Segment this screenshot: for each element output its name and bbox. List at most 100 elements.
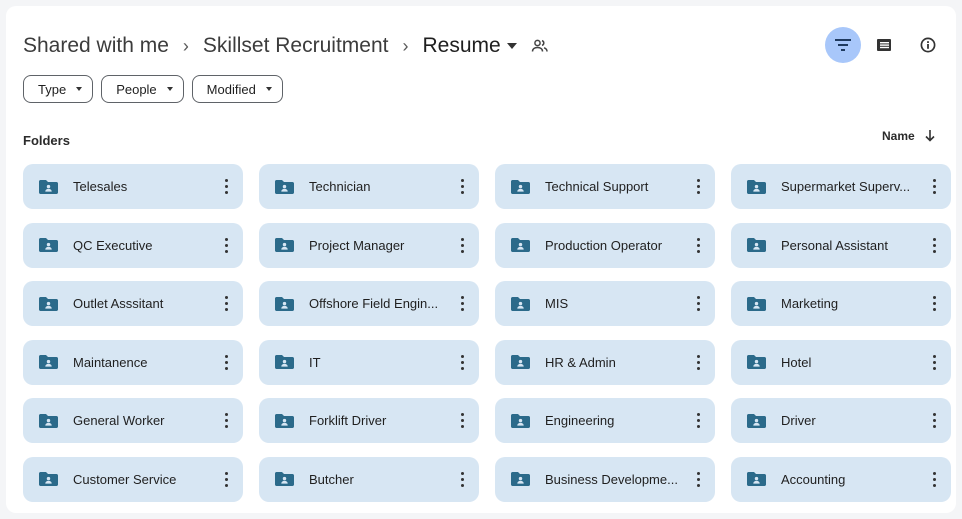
folder-name: MIS [545, 296, 569, 311]
shared-folder-icon [747, 355, 766, 369]
folder-name: Engineering [545, 413, 615, 428]
more-options-icon[interactable] [455, 235, 469, 255]
more-options-icon[interactable] [691, 469, 705, 489]
list-view-icon [877, 39, 891, 51]
breadcrumb-shared-with-me[interactable]: Shared with me [23, 34, 169, 58]
shared-folder-icon [275, 472, 294, 486]
folder-card[interactable]: Accounting [731, 456, 951, 502]
breadcrumb-skillset-recruitment[interactable]: Skillset Recruitment [203, 34, 389, 58]
folder-card[interactable]: Project Manager [259, 222, 479, 268]
more-options-icon[interactable] [455, 177, 469, 197]
folder-name: General Worker [73, 413, 165, 428]
folder-card[interactable]: Supermarket Superv... [731, 164, 951, 209]
folder-card[interactable]: Driver [731, 398, 951, 443]
sort-label: Name [882, 129, 915, 143]
shared-folder-icon [747, 179, 766, 194]
folder-card[interactable]: QC Executive [23, 222, 243, 268]
info-button[interactable] [910, 27, 946, 63]
arrow-down-icon [925, 130, 935, 142]
more-options-icon[interactable] [455, 411, 469, 431]
folder-card[interactable]: Telesales [23, 164, 243, 209]
breadcrumb-separator: › [182, 35, 189, 56]
filter-button[interactable] [825, 27, 861, 63]
folder-name: HR & Admin [545, 354, 616, 370]
chip-label: Modified [206, 81, 256, 97]
breadcrumb-separator: › [402, 35, 409, 56]
dropdown-arrow-icon [265, 87, 272, 91]
folder-card[interactable]: Butcher [259, 456, 479, 502]
folder-name: Personal Assistant [781, 237, 888, 253]
more-options-icon[interactable] [927, 352, 941, 372]
modified-filter-chip[interactable]: Modified [191, 75, 283, 103]
breadcrumb-current-folder[interactable]: Resume [422, 34, 500, 58]
folder-card[interactable]: Technician [259, 164, 479, 209]
folder-card[interactable]: General Worker [23, 398, 243, 443]
breadcrumb: Shared with me › Skillset Recruitment › … [23, 32, 549, 60]
folder-name: Technical Support [545, 179, 649, 194]
shared-folder-icon [511, 296, 530, 311]
shared-folder-icon [275, 355, 294, 369]
shared-folder-icon [511, 238, 530, 252]
folder-card[interactable]: Hotel [731, 339, 951, 385]
more-options-icon[interactable] [927, 235, 941, 255]
folder-name: Driver [781, 413, 816, 428]
folder-card[interactable]: Technical Support [495, 164, 715, 209]
folder-name: Production Operator [545, 237, 663, 253]
folder-card[interactable]: Offshore Field Engin... [259, 281, 479, 326]
folder-card[interactable]: Marketing [731, 281, 951, 326]
more-options-icon[interactable] [219, 469, 233, 489]
more-options-icon[interactable] [219, 177, 233, 197]
shared-folder-icon [39, 472, 58, 486]
more-options-icon[interactable] [219, 235, 233, 255]
dropdown-arrow-icon [166, 87, 173, 91]
folder-name: Butcher [309, 471, 354, 487]
chip-label: Type [38, 81, 67, 97]
shared-folder-icon [275, 238, 294, 252]
more-options-icon[interactable] [219, 352, 233, 372]
more-options-icon[interactable] [219, 294, 233, 314]
more-options-icon[interactable] [691, 294, 705, 314]
folder-card[interactable]: Maintanence [23, 339, 243, 385]
people-filter-chip[interactable]: People [101, 75, 184, 103]
folder-name: Telesales [73, 179, 128, 194]
more-options-icon[interactable] [455, 352, 469, 372]
folder-card[interactable]: Forklift Driver [259, 398, 479, 443]
shared-folder-icon [747, 238, 766, 252]
sort-button[interactable]: Name [882, 129, 935, 143]
folder-name: Hotel [781, 354, 812, 370]
list-view-button[interactable] [866, 27, 902, 63]
folder-card[interactable]: HR & Admin [495, 339, 715, 385]
folder-card[interactable]: Customer Service [23, 456, 243, 502]
more-options-icon[interactable] [927, 294, 941, 314]
shared-folder-icon [747, 296, 766, 311]
folder-card[interactable]: MIS [495, 281, 715, 326]
folder-card[interactable]: Engineering [495, 398, 715, 443]
more-options-icon[interactable] [219, 411, 233, 431]
shared-folder-icon [275, 179, 294, 194]
more-options-icon[interactable] [455, 469, 469, 489]
more-options-icon[interactable] [927, 411, 941, 431]
chevron-down-icon[interactable] [506, 43, 517, 49]
more-options-icon[interactable] [455, 294, 469, 314]
folder-name: Offshore Field Engin... [309, 296, 439, 311]
shared-people-icon [531, 39, 548, 52]
type-filter-chip[interactable]: Type [23, 75, 94, 103]
section-heading: Folders [23, 133, 70, 148]
shared-folder-icon [747, 413, 766, 428]
shared-folder-icon [39, 355, 58, 369]
folder-name: QC Executive [73, 237, 153, 253]
shared-folder-icon [275, 413, 294, 428]
shared-folder-icon [39, 238, 58, 252]
folder-card[interactable]: Business Developme... [495, 456, 715, 502]
more-options-icon[interactable] [691, 235, 705, 255]
folder-card[interactable]: Production Operator [495, 222, 715, 268]
more-options-icon[interactable] [691, 177, 705, 197]
more-options-icon[interactable] [691, 352, 705, 372]
more-options-icon[interactable] [927, 177, 941, 197]
more-options-icon[interactable] [927, 469, 941, 489]
folder-card[interactable]: Outlet Asssitant [23, 281, 243, 326]
folder-card[interactable]: IT [259, 339, 479, 385]
folder-card[interactable]: Personal Assistant [731, 222, 951, 268]
more-options-icon[interactable] [691, 411, 705, 431]
dropdown-arrow-icon [76, 87, 83, 91]
